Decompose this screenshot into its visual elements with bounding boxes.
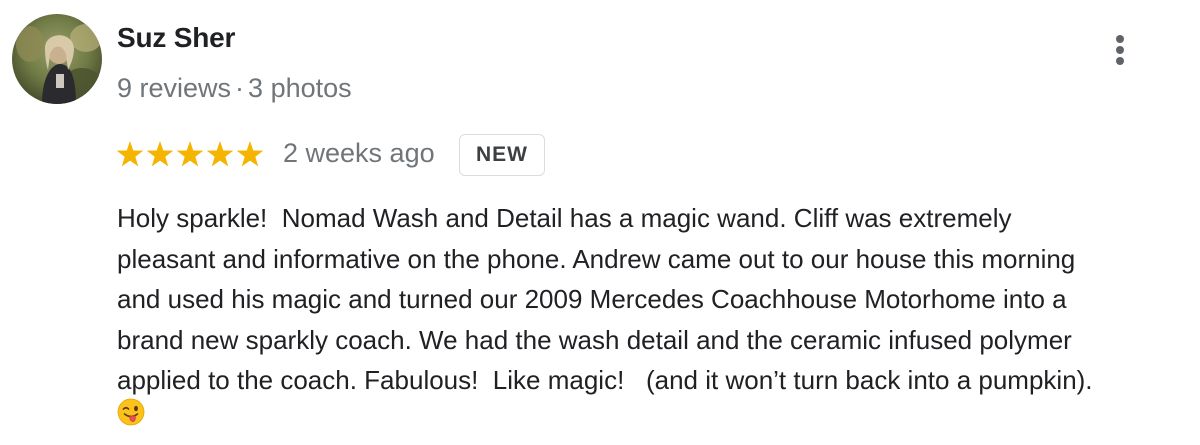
more-vert-icon xyxy=(1116,35,1124,43)
star-icon xyxy=(176,141,204,167)
emoji-icon xyxy=(117,398,145,426)
winking-face-with-tongue-icon xyxy=(117,398,145,426)
avatar-photo xyxy=(12,14,102,104)
review-count: 9 reviews xyxy=(117,73,232,103)
new-badge: NEW xyxy=(459,134,545,176)
avatar[interactable] xyxy=(12,14,102,104)
star-rating xyxy=(116,139,266,171)
review-text-line: applied to the coach. Fabulous! Like mag… xyxy=(117,365,1093,395)
more-vert-icon-dot xyxy=(1116,57,1124,65)
more-options-button[interactable] xyxy=(1100,28,1140,72)
reviewer-meta: 9 reviews · 3 photos xyxy=(117,73,352,104)
review-text-line: pleasant and informative on the phone. A… xyxy=(117,243,1076,274)
more-vert-icon-dot xyxy=(1116,46,1124,54)
star-icon xyxy=(206,141,234,167)
review-text-line: brand new sparkly coach. We had the wash… xyxy=(117,324,1072,355)
review-card: Suz Sher 9 reviews · 3 photos 2 weeks ago … xyxy=(0,0,1200,445)
star-icon xyxy=(236,141,264,167)
rating-row: 2 weeks ago NEW xyxy=(116,134,636,178)
star-rating-icons xyxy=(116,141,264,167)
star-icon xyxy=(116,141,144,167)
review-date: 2 weeks ago xyxy=(283,138,435,168)
review-text-line: Holy sparkle! Nomad Wash and Detail has … xyxy=(117,203,1012,233)
star-icon xyxy=(146,141,174,167)
photo-count: 3 photos xyxy=(248,73,352,103)
reviewer-name[interactable]: Suz Sher xyxy=(117,22,235,54)
review-text-line: and used his magic and turned our 2009 M… xyxy=(117,284,1067,314)
meta-separator: · xyxy=(235,73,245,103)
review-text: Holy sparkle! Nomad Wash and Detail has … xyxy=(117,198,1192,401)
